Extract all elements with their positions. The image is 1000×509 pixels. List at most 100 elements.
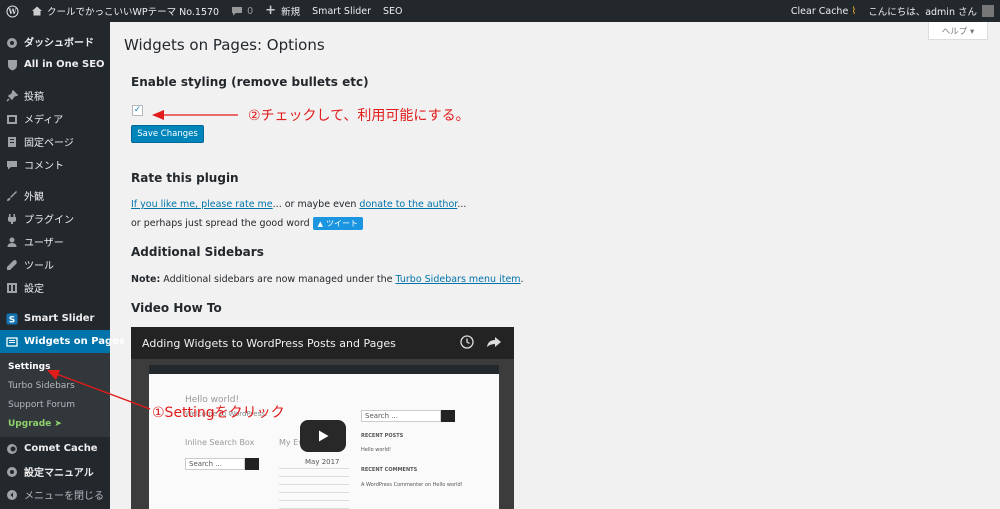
settings-icon bbox=[6, 282, 18, 294]
menu-label: 固定ページ bbox=[24, 138, 74, 149]
rate-text-1: ... or maybe even bbox=[272, 199, 360, 210]
styling-heading: Enable styling (remove bullets etc) bbox=[131, 75, 369, 89]
wrench-icon bbox=[6, 259, 18, 271]
menu-item-comments[interactable]: コメント bbox=[0, 153, 110, 176]
menu-item-pages[interactable]: 固定ページ bbox=[0, 130, 110, 153]
menu-label: All in One SEO bbox=[24, 59, 105, 70]
menu-item-appearance[interactable]: 外観 bbox=[0, 184, 110, 207]
rate-me-link[interactable]: If you like me, please rate me bbox=[131, 199, 273, 210]
rate-line-2: or perhaps just spread the good word ▲ ツイー… bbox=[131, 217, 363, 230]
menu-label: 設定マニュアル bbox=[24, 468, 94, 479]
menu-label: 設定 bbox=[24, 284, 44, 295]
submenu-support-forum[interactable]: Support Forum bbox=[0, 395, 110, 414]
menu-label: ユーザー bbox=[24, 238, 64, 249]
media-icon bbox=[6, 113, 18, 125]
menu-item-widgets-on-pages[interactable]: Widgets on Pages bbox=[0, 330, 125, 353]
menu-label: Comet Cache bbox=[24, 443, 98, 454]
new-label: 新規 bbox=[281, 7, 301, 18]
menu-item-plugins[interactable]: プラグイン bbox=[0, 207, 110, 230]
cache-icon bbox=[6, 443, 18, 455]
turbo-sidebars-link[interactable]: Turbo Sidebars menu item bbox=[396, 274, 521, 285]
my-account-link[interactable]: こんにちは、admin さん bbox=[862, 0, 1000, 22]
video-recent-posts: RECENT POSTS bbox=[361, 433, 404, 439]
video-recent-comment-item: A WordPress Commenter on Hello world! bbox=[361, 482, 463, 488]
greeting: こんにちは、admin さん bbox=[868, 7, 977, 18]
watch-later-icon[interactable] bbox=[460, 335, 474, 352]
new-content-link[interactable]: + 新規 bbox=[259, 0, 306, 22]
submenu-upgrade[interactable]: Upgrade ➤ bbox=[0, 414, 110, 433]
video-calendar-month: May 2017 bbox=[305, 458, 340, 466]
slider-icon: S bbox=[6, 313, 18, 325]
help-tab[interactable]: ヘルプ ▾ bbox=[928, 22, 988, 40]
note-text: Additional sidebars are now managed unde… bbox=[160, 274, 396, 285]
menu-label: ダッシュボード bbox=[24, 38, 94, 49]
wp-logo-icon[interactable]: W bbox=[0, 0, 25, 22]
site-name: クールでかっこいいWPテーマ No.1570 bbox=[47, 7, 220, 18]
comment-bubble-icon bbox=[231, 5, 243, 17]
menu-label: ツール bbox=[24, 261, 54, 272]
clear-cache-link[interactable]: Clear Cache ⌇ bbox=[785, 0, 862, 22]
avatar bbox=[982, 5, 994, 17]
svg-text:S: S bbox=[9, 315, 15, 325]
menu-item-comet-cache[interactable]: Comet Cache bbox=[0, 437, 110, 460]
menu-item-collapse[interactable]: メニューを閉じる bbox=[0, 483, 110, 506]
video-search-placeholder: Search ... bbox=[189, 460, 222, 468]
menu-item-dashboard[interactable]: ダッシュボード bbox=[0, 30, 110, 53]
smart-slider-link[interactable]: Smart Slider bbox=[306, 0, 377, 22]
submenu-turbo-sidebars[interactable]: Turbo Sidebars bbox=[0, 376, 110, 395]
plugin-icon bbox=[6, 213, 18, 225]
note-label: Note: bbox=[131, 274, 161, 285]
svg-text:W: W bbox=[7, 7, 17, 16]
enable-styling-checkbox[interactable]: ✓ bbox=[132, 105, 143, 116]
brush-icon bbox=[6, 190, 18, 202]
seo-link[interactable]: SEO bbox=[377, 0, 409, 22]
comment-icon bbox=[6, 159, 18, 171]
video-search-placeholder-2: Search ... bbox=[365, 412, 398, 420]
video-title[interactable]: Adding Widgets to WordPress Posts and Pa… bbox=[142, 337, 396, 350]
menu-item-posts[interactable]: 投稿 bbox=[0, 84, 110, 107]
annotation-step2: ②チェックして、利用可能にする。 bbox=[248, 108, 470, 124]
user-icon bbox=[6, 236, 18, 248]
widgets-submenu: Settings Turbo Sidebars Support Forum Up… bbox=[0, 353, 110, 437]
save-changes-button[interactable]: Save Changes bbox=[131, 125, 204, 143]
tweet-label: ツイート bbox=[326, 219, 358, 228]
play-button[interactable] bbox=[300, 420, 346, 452]
video-heading: Video How To bbox=[131, 301, 222, 315]
rate-line-1: If you like me, please rate me... or may… bbox=[131, 199, 466, 210]
menu-item-tools[interactable]: ツール bbox=[0, 253, 110, 276]
share-icon[interactable] bbox=[486, 335, 502, 352]
video-calendar-grid bbox=[279, 468, 349, 509]
menu-label: メディア bbox=[24, 115, 64, 126]
menu-item-smart-slider[interactable]: S Smart Slider bbox=[0, 307, 110, 330]
clear-cache-label: Clear Cache bbox=[790, 5, 849, 17]
broom-icon: ⌇ bbox=[851, 5, 857, 17]
collapse-icon bbox=[6, 489, 18, 501]
menu-item-all-in-one-seo[interactable]: All in One SEO bbox=[0, 53, 110, 76]
dashboard-icon bbox=[6, 36, 18, 48]
video-search-button-2 bbox=[441, 410, 455, 422]
video-search-box-2: Search ... bbox=[361, 410, 441, 422]
smart-slider-label: Smart Slider bbox=[312, 5, 372, 17]
tweet-button[interactable]: ▲ ツイート bbox=[312, 217, 363, 230]
donate-link[interactable]: donate to the author bbox=[359, 199, 457, 210]
menu-label: Smart Slider bbox=[24, 313, 95, 324]
submenu-settings[interactable]: Settings bbox=[0, 357, 110, 376]
video-recent-post-item: Hello world! bbox=[361, 447, 392, 453]
menu-label: 投稿 bbox=[24, 92, 44, 103]
comments-link[interactable]: 0 bbox=[225, 0, 259, 22]
video-recent-comments: RECENT COMMENTS bbox=[361, 467, 418, 473]
note-end: . bbox=[520, 274, 524, 285]
page-title: Widgets on Pages: Options bbox=[124, 36, 325, 54]
menu-item-settings[interactable]: 設定 bbox=[0, 276, 110, 299]
page-icon bbox=[6, 136, 18, 148]
admin-menu: ダッシュボード All in One SEO 投稿 メディア 固定ページ コメン… bbox=[0, 22, 125, 509]
site-name-link[interactable]: クールでかっこいいWPテーマ No.1570 bbox=[25, 0, 225, 22]
menu-item-users[interactable]: ユーザー bbox=[0, 230, 110, 253]
rate-text-2: ... bbox=[457, 199, 467, 210]
menu-item-manual[interactable]: 設定マニュアル bbox=[0, 460, 110, 483]
checkmark-icon: ✓ bbox=[133, 105, 142, 115]
menu-item-media[interactable]: メディア bbox=[0, 107, 110, 130]
pin-icon bbox=[6, 89, 18, 102]
sidebars-note: Note: Additional sidebars are now manage… bbox=[131, 274, 524, 285]
play-icon bbox=[319, 430, 329, 442]
